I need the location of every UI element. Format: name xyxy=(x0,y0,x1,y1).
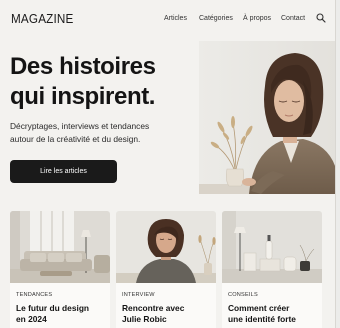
hero-title-line-2: qui inspirent. xyxy=(10,83,156,110)
desk-objects-image xyxy=(222,211,322,283)
hero-title-line-1: Des histoires xyxy=(10,53,156,80)
card-title[interactable]: Le futur du design en 2024 xyxy=(16,303,108,325)
woman-portrait-image xyxy=(116,211,216,283)
nav-a-propos[interactable]: À propos xyxy=(243,15,271,22)
page: MAGAZINE Articles Catégories À propos Co… xyxy=(0,0,336,328)
nav-categories[interactable]: Catégories xyxy=(199,15,233,22)
card-title-line-2: en 2024 xyxy=(16,314,47,324)
card-body: TENDANCES Le futur du design en 2024 xyxy=(10,283,110,328)
card-body: CONSEILS Comment créer une identité fort… xyxy=(222,283,322,328)
card-category: TENDANCES xyxy=(16,292,53,298)
card-category: INTERVIEW xyxy=(122,292,155,298)
site-logo[interactable]: MAGAZINE xyxy=(11,11,74,26)
read-articles-button[interactable]: Lire les articles xyxy=(10,160,117,183)
nav-articles[interactable]: Articles xyxy=(164,15,187,22)
card-title-line-2: Julie Robic xyxy=(122,314,167,324)
article-card-conseils[interactable]: CONSEILS Comment créer une identité fort… xyxy=(222,211,322,328)
hero-subtitle-line-2: autour de la créativité et du design. xyxy=(10,133,141,144)
card-title[interactable]: Comment créer une identité forte xyxy=(228,303,320,325)
hero-subtitle-line-1: Décryptages, interviews et tendances xyxy=(10,121,150,131)
card-category: CONSEILS xyxy=(228,292,258,298)
article-card-interview[interactable]: INTERVIEW Rencontre avec Julie Robic xyxy=(116,211,216,328)
card-title-line-1: Comment créer xyxy=(228,303,290,313)
card-title[interactable]: Rencontre avec Julie Robic xyxy=(122,303,214,325)
card-title-line-2: une identité forte xyxy=(228,314,296,324)
living-room-image xyxy=(10,211,110,283)
article-card-tendances[interactable]: TENDANCES Le futur du design en 2024 xyxy=(10,211,110,328)
hero-title: Des histoires qui inspirent. xyxy=(10,52,190,112)
nav-contact[interactable]: Contact xyxy=(281,15,305,22)
hero-image xyxy=(199,41,335,194)
card-body: INTERVIEW Rencontre avec Julie Robic xyxy=(116,283,216,328)
card-title-line-1: Le futur du design xyxy=(16,303,90,313)
site-header: MAGAZINE Articles Catégories À propos Co… xyxy=(0,0,335,40)
hero-subtitle: Décryptages, interviews et tendances aut… xyxy=(10,120,190,145)
card-title-line-1: Rencontre avec xyxy=(122,303,185,313)
search-icon[interactable] xyxy=(316,13,326,23)
